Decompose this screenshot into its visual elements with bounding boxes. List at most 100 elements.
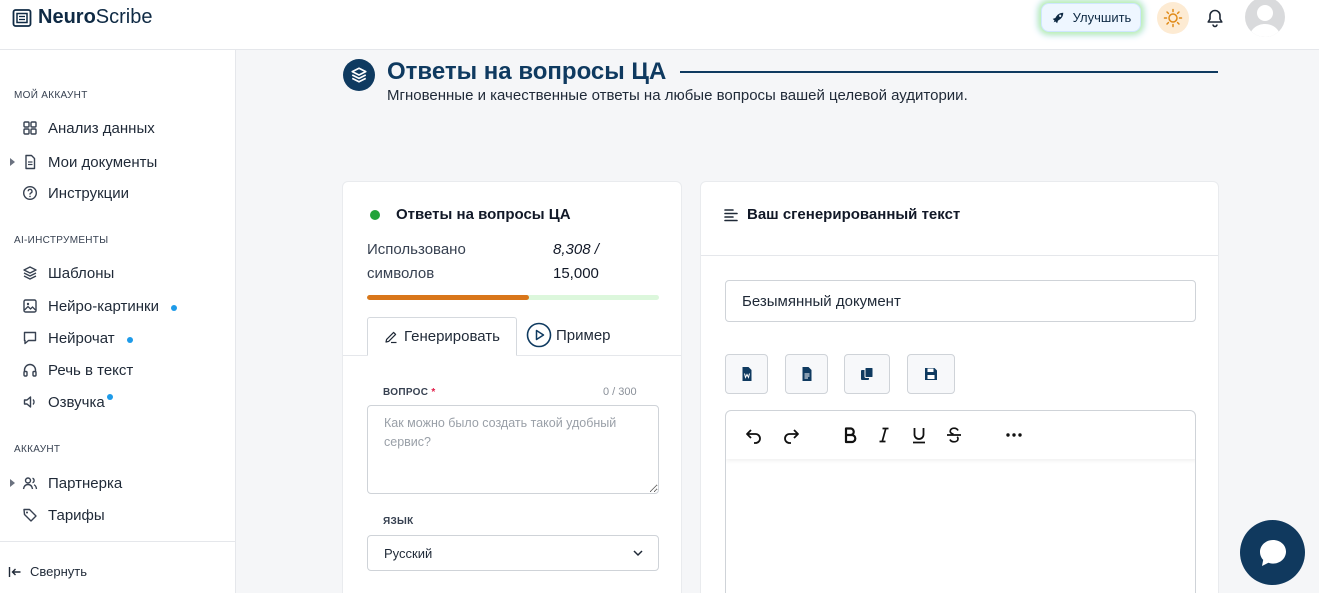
avatar-icon xyxy=(1249,5,1281,37)
save-button[interactable] xyxy=(907,354,955,394)
sidebar-item-label: Тарифы xyxy=(48,506,105,524)
underline-button[interactable] xyxy=(907,423,931,447)
redo-button[interactable] xyxy=(779,423,803,447)
document-name-input[interactable] xyxy=(725,280,1196,322)
sidebar-item-data-analysis[interactable]: Анализ данных xyxy=(22,116,155,140)
copy-button[interactable] xyxy=(844,354,890,394)
generator-title: Ответы на вопросы ЦА xyxy=(396,206,571,223)
italic-icon xyxy=(879,427,889,443)
speaker-icon xyxy=(23,396,35,408)
sidebar-item-neurochat[interactable]: Нейрочат xyxy=(22,326,133,350)
sidebar-item-my-documents[interactable]: Мои документы xyxy=(22,150,157,174)
layers-icon xyxy=(23,266,37,280)
tab-generate[interactable]: Генерировать xyxy=(367,317,517,356)
upgrade-button[interactable]: Улучшить xyxy=(1041,3,1141,32)
document-icon xyxy=(25,154,36,170)
headphones-icon xyxy=(23,363,37,377)
brand-name-bold: Neuro xyxy=(38,6,96,28)
question-label-text: Вопрос xyxy=(383,387,429,398)
sidebar-item-label: Партнерка xyxy=(48,474,123,492)
user-avatar[interactable] xyxy=(1245,0,1285,37)
usage-label: Использовано символов xyxy=(367,241,466,282)
collapse-label: Свернуть xyxy=(30,564,88,579)
help-circle-icon xyxy=(22,185,38,201)
word-file-icon xyxy=(742,367,751,381)
sidebar-footer: Свернуть xyxy=(0,541,235,593)
theme-toggle[interactable] xyxy=(1157,2,1189,34)
image-icon xyxy=(23,299,37,313)
export-word-button[interactable] xyxy=(725,354,768,394)
new-badge-dot xyxy=(126,337,133,343)
brand-name-regular: Scribe xyxy=(95,6,153,28)
rocket-icon xyxy=(1052,12,1063,23)
rich-text-editor[interactable] xyxy=(725,410,1196,593)
strikethrough-button[interactable] xyxy=(942,423,966,447)
sidebar-section-account: Аккаунт xyxy=(14,444,61,455)
chat-icon xyxy=(23,331,37,345)
tab-example[interactable]: Пример xyxy=(526,320,611,350)
question-char-counter: 0 / 300 xyxy=(603,386,637,398)
sidebar-item-partners[interactable]: Партнерка xyxy=(22,471,122,495)
copy-icon xyxy=(861,367,874,380)
sidebar-item-instructions[interactable]: Инструкции xyxy=(22,181,129,205)
bell-icon xyxy=(1207,9,1223,28)
generator-panel: Ответы на вопросы ЦА Использовано символ… xyxy=(342,181,682,593)
pencil-icon xyxy=(385,331,397,343)
italic-button[interactable] xyxy=(872,423,896,447)
collapse-arrow-icon xyxy=(8,566,21,577)
sun-icon xyxy=(1163,8,1183,28)
page-title: Ответы на вопросы ЦА xyxy=(387,58,667,85)
redo-icon xyxy=(784,429,799,444)
sidebar-item-label: Мои документы xyxy=(48,153,158,171)
sidebar-section-my-account: Мой аккаунт xyxy=(14,90,88,101)
status-dot xyxy=(370,209,380,220)
sidebar: Мой аккаунт Анализ данных Мои документы … xyxy=(0,50,236,593)
underline-icon xyxy=(913,428,925,444)
page-icon xyxy=(343,59,375,91)
text-file-icon xyxy=(802,367,811,381)
sidebar-item-neuro-images[interactable]: Нейро-картинки xyxy=(22,294,177,318)
save-icon xyxy=(925,368,937,380)
grid-icon xyxy=(23,121,37,135)
export-text-button[interactable] xyxy=(785,354,828,394)
sidebar-item-label: Речь в текст xyxy=(48,361,134,379)
sidebar-item-voiceover[interactable]: Озвучка xyxy=(22,390,113,414)
language-label: Язык xyxy=(383,516,414,527)
generator-header: Ответы на вопросы ЦА xyxy=(370,206,571,223)
brand-logo[interactable]: NeuroScribe xyxy=(12,6,153,29)
output-header: Ваш сгенерированный текст xyxy=(723,206,960,223)
sidebar-item-tariffs[interactable]: Тарифы xyxy=(22,503,105,527)
strikethrough-icon xyxy=(947,427,961,443)
sidebar-item-templates[interactable]: Шаблоны xyxy=(22,261,114,285)
sidebar-item-label: Анализ данных xyxy=(48,119,155,137)
upgrade-label: Улучшить xyxy=(1072,10,1132,25)
sidebar-item-speech-to-text[interactable]: Речь в текст xyxy=(22,358,133,382)
expand-caret-icon[interactable] xyxy=(10,158,15,166)
more-options-button[interactable] xyxy=(1002,423,1026,447)
usage-separator: / xyxy=(590,241,599,258)
output-divider xyxy=(701,255,1218,256)
usage-used: 8,308 xyxy=(553,241,591,258)
users-icon xyxy=(22,477,38,490)
expand-caret-icon[interactable] xyxy=(10,479,15,487)
tab-example-label: Пример xyxy=(556,326,611,344)
undo-icon xyxy=(746,429,761,444)
notifications-button[interactable] xyxy=(1203,6,1227,30)
sidebar-item-label: Нейрочат xyxy=(48,329,115,347)
page-subtitle: Мгновенные и качественные ответы на любы… xyxy=(387,87,968,104)
required-marker: * xyxy=(431,387,436,398)
new-badge-dot xyxy=(170,305,177,311)
align-left-icon xyxy=(724,208,738,221)
question-input[interactable] xyxy=(367,405,659,494)
collapse-sidebar-button[interactable]: Свернуть xyxy=(8,564,87,579)
language-select[interactable]: Русский xyxy=(367,535,659,571)
chevron-down-icon xyxy=(633,550,643,557)
editor-toolbar xyxy=(726,411,1195,459)
bold-button[interactable] xyxy=(838,423,862,447)
play-circle-icon xyxy=(526,322,552,348)
undo-button[interactable] xyxy=(742,423,766,447)
sidebar-item-label: Озвучка xyxy=(48,393,105,411)
support-chat-button[interactable] xyxy=(1240,520,1305,585)
tab-generate-label: Генерировать xyxy=(404,328,500,345)
new-badge-dot xyxy=(106,394,113,400)
